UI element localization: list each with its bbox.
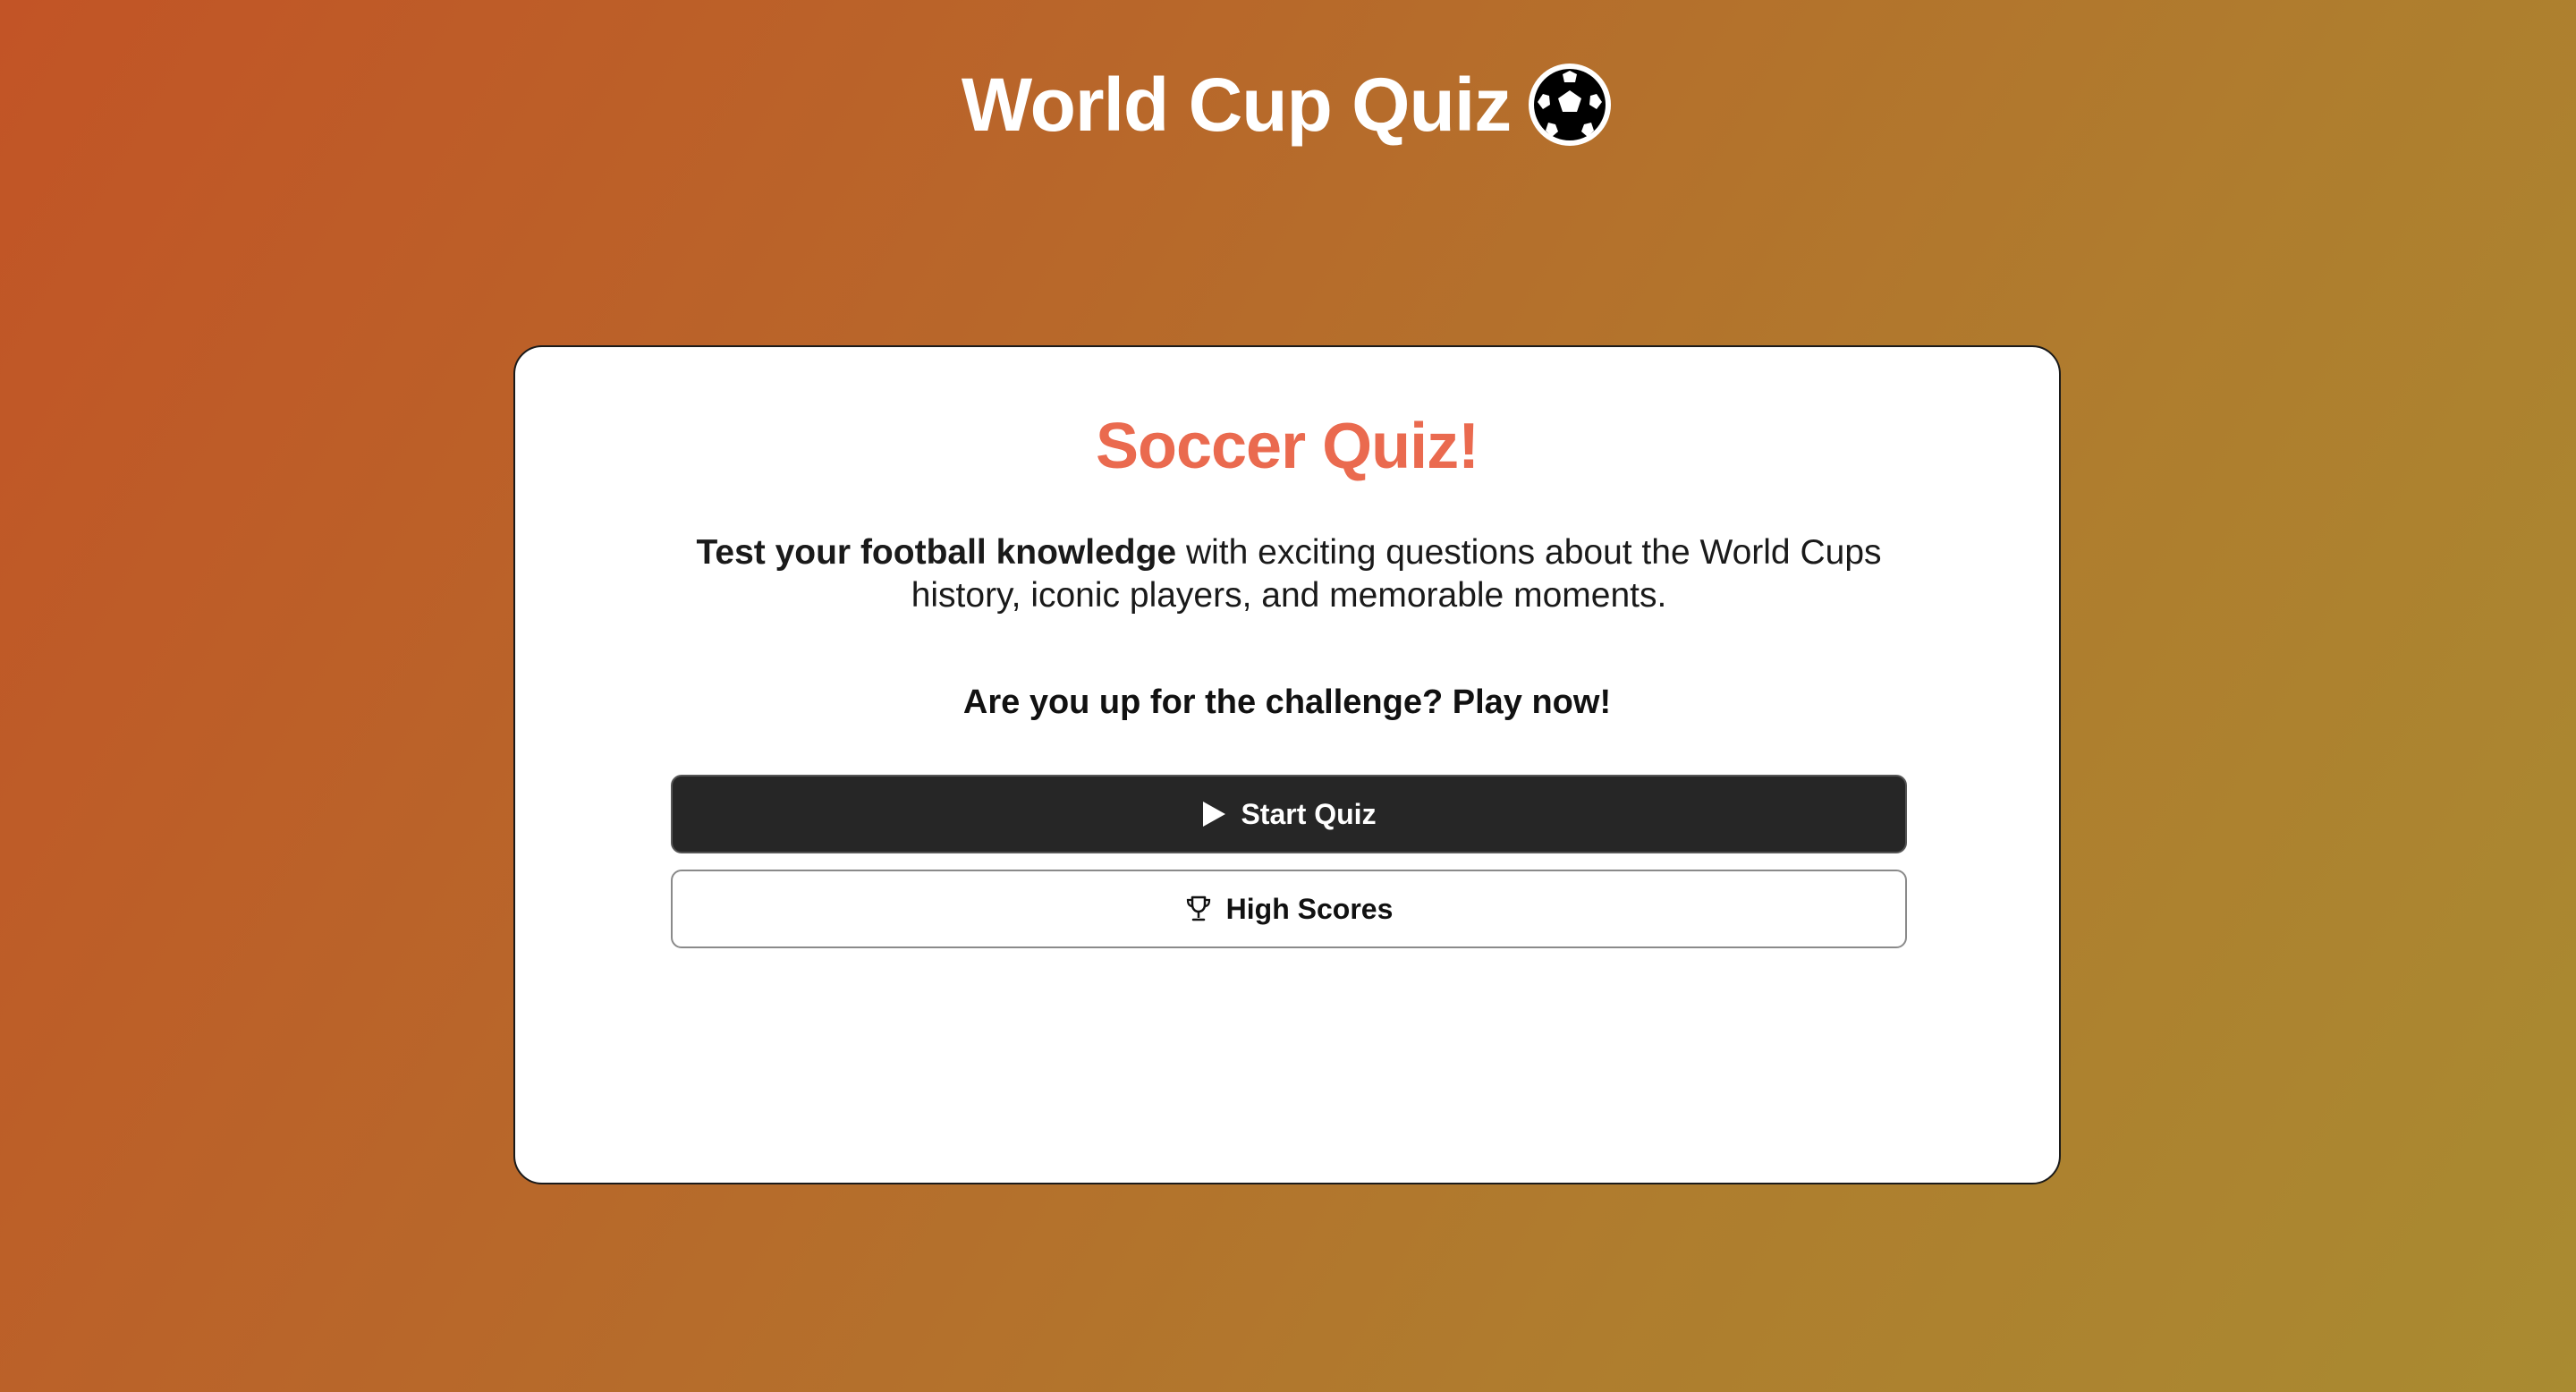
trophy-icon [1185,895,1212,923]
quiz-card: Soccer Quiz! Test your football knowledg… [513,345,2061,1184]
start-quiz-label: Start Quiz [1241,797,1377,830]
app-title: World Cup Quiz [961,62,1512,147]
app-header: World Cup Quiz [0,55,2576,154]
description-highlight: Test your football knowledge [696,533,1177,572]
high-scores-label: High Scores [1225,892,1394,925]
card-title: Soccer Quiz! [1095,411,1479,482]
play-icon [1201,801,1226,828]
quiz-description: Test your football knowledge with exciti… [658,531,1919,617]
high-scores-button[interactable]: High Scores [671,870,1907,948]
soccer-ball-icon [1525,60,1614,149]
challenge-text: Are you up for the challenge? Play now! [962,683,1612,721]
start-quiz-button[interactable]: Start Quiz [671,775,1907,853]
